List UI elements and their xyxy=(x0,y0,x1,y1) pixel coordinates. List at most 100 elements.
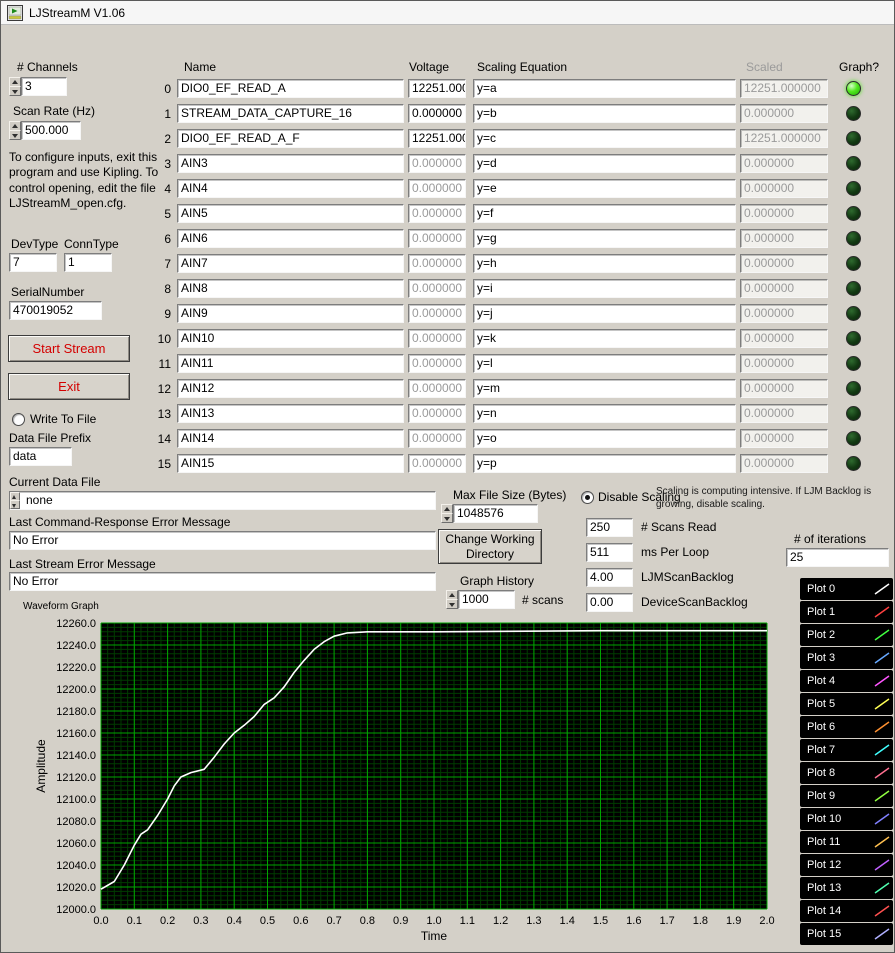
svg-text:0.7: 0.7 xyxy=(326,915,341,927)
graph-led[interactable] xyxy=(846,181,861,196)
max-file-size-input[interactable]: 1048576 xyxy=(453,504,538,523)
scaled-indicator: 0.000000 xyxy=(740,279,828,298)
graph-led[interactable] xyxy=(846,331,861,346)
legend-item[interactable]: Plot 12 xyxy=(800,854,893,876)
channel-name-field[interactable]: AIN15 xyxy=(177,454,404,473)
scaling-equation-field[interactable]: y=b xyxy=(473,104,736,123)
legend-label: Plot 11 xyxy=(807,836,840,848)
scaling-equation-field[interactable]: y=j xyxy=(473,304,736,323)
svg-text:1.4: 1.4 xyxy=(560,915,575,927)
graph-led[interactable] xyxy=(846,131,861,146)
scaling-equation-field[interactable]: y=d xyxy=(473,154,736,173)
channel-index: 10 xyxy=(147,332,171,346)
svg-text:Amplitude: Amplitude xyxy=(34,739,48,793)
channel-name-field[interactable]: AIN12 xyxy=(177,379,404,398)
legend-label: Plot 10 xyxy=(807,813,841,825)
channel-name-field[interactable]: AIN10 xyxy=(177,329,404,348)
voltage-indicator: 0.000000 xyxy=(408,254,466,273)
scaling-equation-field[interactable]: y=g xyxy=(473,229,736,248)
channel-row: 6AIN60.000000y=g0.000000 xyxy=(1,229,895,254)
svg-text:0.9: 0.9 xyxy=(393,915,408,927)
graph-led[interactable] xyxy=(846,281,861,296)
svg-text:12100.0: 12100.0 xyxy=(56,794,96,806)
scaling-equation-field[interactable]: y=l xyxy=(473,354,736,373)
channel-index: 6 xyxy=(147,232,171,246)
channel-name-field[interactable]: AIN13 xyxy=(177,404,404,423)
current-data-file-field[interactable]: none xyxy=(9,491,436,510)
scaling-equation-field[interactable]: y=i xyxy=(473,279,736,298)
scaling-equation-field[interactable]: y=k xyxy=(473,329,736,348)
graph-history-spinner[interactable] xyxy=(446,590,458,609)
channel-name-field[interactable]: AIN8 xyxy=(177,279,404,298)
legend-item[interactable]: Plot 14 xyxy=(800,900,893,922)
legend-item[interactable]: Plot 1 xyxy=(800,601,893,623)
channel-name-field[interactable]: AIN4 xyxy=(177,179,404,198)
legend-item[interactable]: Plot 9 xyxy=(800,785,893,807)
graph-led[interactable] xyxy=(846,156,861,171)
graph-led[interactable] xyxy=(846,256,861,271)
legend-item[interactable]: Plot 11 xyxy=(800,831,893,853)
legend-item[interactable]: Plot 6 xyxy=(800,716,893,738)
legend-item[interactable]: Plot 10 xyxy=(800,808,893,830)
graph-led[interactable] xyxy=(846,306,861,321)
iterations-field: 25 xyxy=(786,548,889,567)
svg-text:1.0: 1.0 xyxy=(426,915,441,927)
channel-name-field[interactable]: AIN6 xyxy=(177,229,404,248)
channel-index: 13 xyxy=(147,407,171,421)
legend-item[interactable]: Plot 15 xyxy=(800,923,893,945)
legend-line-sample xyxy=(874,605,890,619)
channel-name-field[interactable]: AIN14 xyxy=(177,429,404,448)
channel-name-field[interactable]: DIO0_EF_READ_A_F xyxy=(177,129,404,148)
disable-scaling-radio[interactable] xyxy=(581,491,594,504)
scaling-equation-field[interactable]: y=c xyxy=(473,129,736,148)
voltage-indicator: 0.000000 xyxy=(408,454,466,473)
channel-index: 9 xyxy=(147,307,171,321)
graph-history-input[interactable]: 1000 xyxy=(458,590,515,609)
graph-led[interactable] xyxy=(846,431,861,446)
legend-item[interactable]: Plot 13 xyxy=(800,877,893,899)
svg-text:Time: Time xyxy=(421,929,448,943)
graph-led[interactable] xyxy=(846,381,861,396)
scaling-equation-field[interactable]: y=h xyxy=(473,254,736,273)
scaled-indicator: 0.000000 xyxy=(740,254,828,273)
legend-item[interactable]: Plot 8 xyxy=(800,762,893,784)
scaling-equation-field[interactable]: y=o xyxy=(473,429,736,448)
file-path-spinner[interactable] xyxy=(10,492,20,509)
graph-led[interactable] xyxy=(846,81,861,96)
scans-read-label: # Scans Read xyxy=(641,520,716,534)
graph-led[interactable] xyxy=(846,456,861,471)
iterations-label: # of iterations xyxy=(794,532,866,546)
legend-item[interactable]: Plot 2 xyxy=(800,624,893,646)
legend-item[interactable]: Plot 5 xyxy=(800,693,893,715)
graph-led[interactable] xyxy=(846,356,861,371)
scaling-equation-field[interactable]: y=e xyxy=(473,179,736,198)
scaling-equation-field[interactable]: y=n xyxy=(473,404,736,423)
legend-item[interactable]: Plot 0 xyxy=(800,578,893,600)
graph-led[interactable] xyxy=(846,406,861,421)
max-file-size-spinner[interactable] xyxy=(441,504,453,523)
channel-name-field[interactable]: AIN5 xyxy=(177,204,404,223)
ms-per-loop-label: ms Per Loop xyxy=(641,545,709,559)
legend-item[interactable]: Plot 4 xyxy=(800,670,893,692)
change-working-directory-button[interactable]: Change Working Directory xyxy=(438,529,542,564)
scaling-equation-field[interactable]: y=a xyxy=(473,79,736,98)
scaled-header: Scaled xyxy=(746,60,783,74)
scaled-indicator: 0.000000 xyxy=(740,204,828,223)
voltage-indicator: 0.000000 xyxy=(408,279,466,298)
legend-item[interactable]: Plot 7 xyxy=(800,739,893,761)
channel-name-field[interactable]: AIN3 xyxy=(177,154,404,173)
graph-led[interactable] xyxy=(846,231,861,246)
scaling-equation-field[interactable]: y=m xyxy=(473,379,736,398)
channel-name-field[interactable]: AIN7 xyxy=(177,254,404,273)
channel-name-field[interactable]: DIO0_EF_READ_A xyxy=(177,79,404,98)
channel-index: 11 xyxy=(147,357,171,371)
channel-name-field[interactable]: STREAM_DATA_CAPTURE_16 xyxy=(177,104,404,123)
svg-text:0.6: 0.6 xyxy=(293,915,308,927)
scaling-equation-field[interactable]: y=p xyxy=(473,454,736,473)
graph-led[interactable] xyxy=(846,106,861,121)
channel-name-field[interactable]: AIN11 xyxy=(177,354,404,373)
channel-name-field[interactable]: AIN9 xyxy=(177,304,404,323)
graph-led[interactable] xyxy=(846,206,861,221)
scaling-equation-field[interactable]: y=f xyxy=(473,204,736,223)
legend-item[interactable]: Plot 3 xyxy=(800,647,893,669)
